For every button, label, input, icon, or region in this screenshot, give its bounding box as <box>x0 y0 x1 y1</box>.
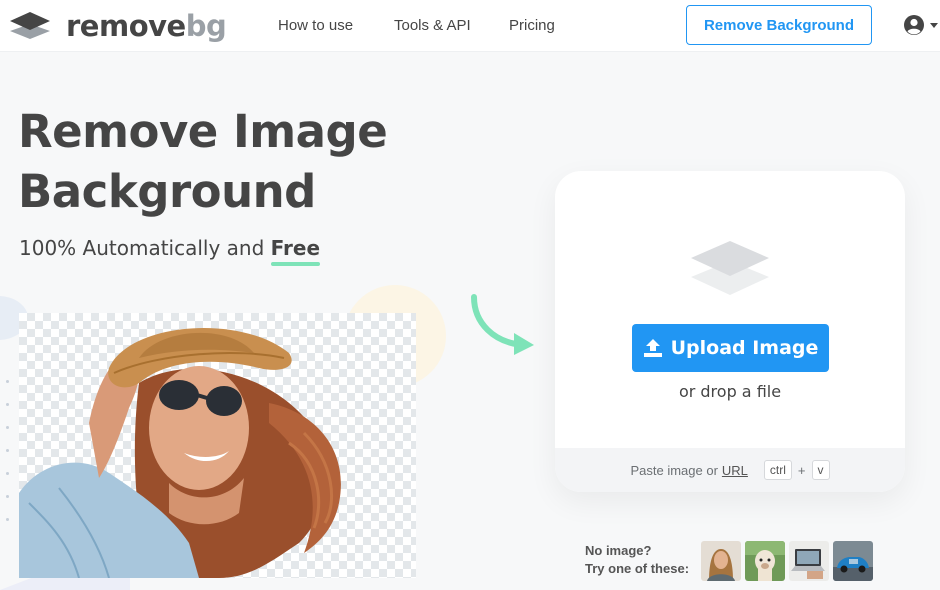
sample-prompt: No image? Try one of these: <box>585 542 689 578</box>
user-circle-icon <box>904 15 924 35</box>
key-ctrl: ctrl <box>763 460 792 480</box>
sample-laptop[interactable] <box>789 541 829 581</box>
image-layers-icon <box>691 241 769 295</box>
sample-prompt-line-1: No image? <box>585 543 652 558</box>
nav-how-to-use[interactable]: How to use <box>278 17 353 34</box>
upload-image-button[interactable]: Upload Image <box>632 324 829 372</box>
upload-icon <box>643 339 662 357</box>
nav-tools-api[interactable]: Tools & API <box>394 17 471 34</box>
logo-wordmark: removebg <box>66 9 227 43</box>
logo-bg-text: bg <box>185 9 227 43</box>
subtitle-free: Free <box>270 236 321 266</box>
sample-car-image <box>833 541 873 581</box>
sample-car[interactable] <box>833 541 873 581</box>
woman-cutout-illustration <box>19 327 341 578</box>
curved-arrow-icon <box>471 294 534 355</box>
upload-button-label: Upload Image <box>670 337 819 359</box>
key-plus: + <box>797 462 806 478</box>
page-title: Remove Image Background <box>18 102 498 222</box>
remove-background-button[interactable]: Remove Background <box>686 5 872 45</box>
title-line-2: Background <box>18 165 316 218</box>
account-menu[interactable] <box>903 14 938 38</box>
decorative-dots <box>6 380 9 541</box>
sample-woman[interactable] <box>701 541 741 581</box>
upload-card[interactable]: Upload Image or drop a file Paste image … <box>555 171 905 492</box>
logo[interactable]: removebg <box>8 9 227 43</box>
logo-remove-text: remove <box>66 9 186 43</box>
subtitle: 100% Automatically and Free <box>19 236 321 266</box>
nav-pricing[interactable]: Pricing <box>509 17 555 34</box>
sample-prompt-line-2: Try one of these: <box>585 561 690 576</box>
sample-alpaca[interactable] <box>745 541 785 581</box>
sample-laptop-image <box>789 541 829 581</box>
demo-image <box>19 313 416 578</box>
caret-down-icon <box>930 23 938 28</box>
logo-layers-icon <box>10 12 50 39</box>
sample-woman-image <box>701 541 741 581</box>
top-nav-bar: removebg How to use Tools & API Pricing … <box>0 0 940 52</box>
url-link[interactable]: URL <box>722 463 748 478</box>
subtitle-text: 100% Automatically and <box>19 236 265 260</box>
sample-alpaca-image <box>745 541 785 581</box>
key-v: v <box>811 460 830 480</box>
title-line-1: Remove Image <box>18 105 388 158</box>
paste-bar: Paste image or URL ctrl + v <box>555 448 905 492</box>
drop-file-text: or drop a file <box>678 382 782 401</box>
paste-text: Paste image or <box>630 462 718 478</box>
